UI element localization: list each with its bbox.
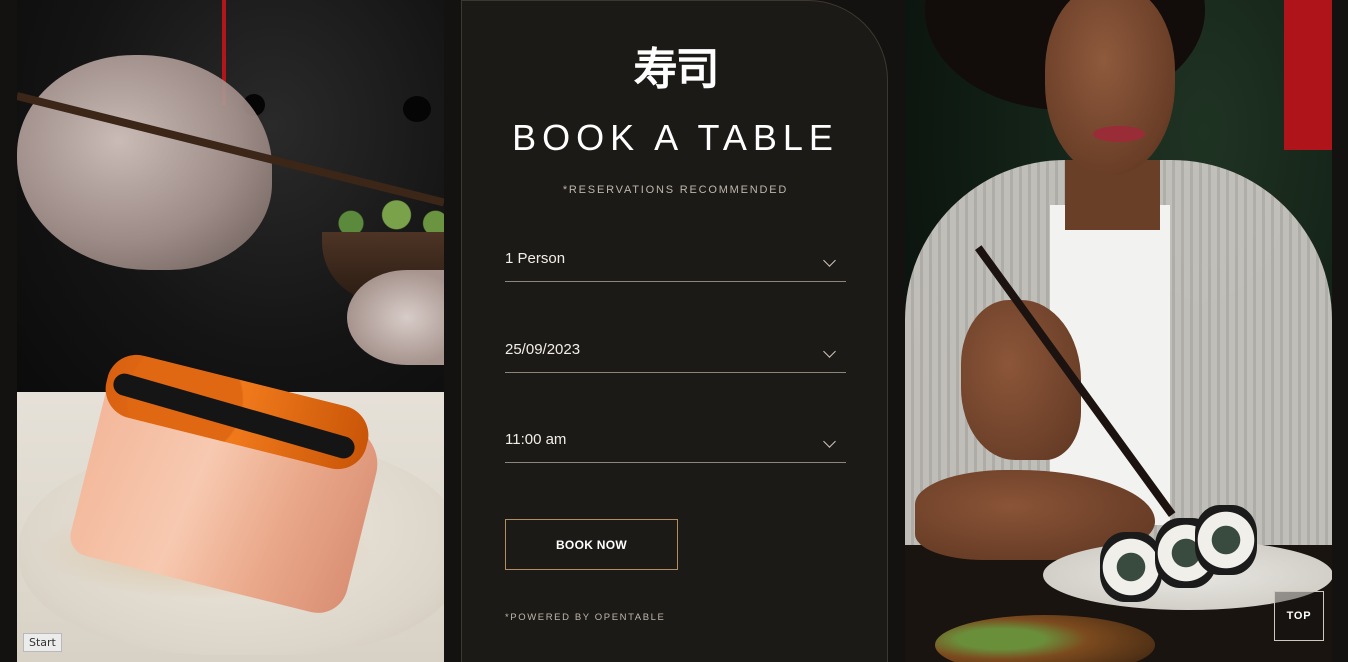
- chevron-down-icon: [823, 254, 836, 267]
- lips: [1093, 126, 1145, 142]
- chevron-down-icon: [823, 345, 836, 358]
- start-badge[interactable]: Start: [23, 633, 62, 652]
- party-size-value: 1 Person: [505, 250, 566, 267]
- time-value: 11:00 am: [505, 431, 567, 448]
- brand-logo: 寿司: [633, 44, 720, 95]
- face: [1045, 0, 1175, 175]
- time-select[interactable]: 11:00 am: [505, 425, 846, 463]
- chef-salmon-roll-photo: [17, 0, 444, 662]
- powered-by-note: *POWERED BY OPENTABLE: [505, 612, 666, 623]
- diner-eating-sushi-photo: [905, 0, 1332, 662]
- booking-panel: 寿司 BOOK A TABLE *RESERVATIONS RECOMMENDE…: [461, 0, 888, 662]
- date-select[interactable]: 25/09/2023: [505, 335, 846, 373]
- reservations-note: *RESERVATIONS RECOMMENDED: [562, 184, 789, 196]
- page-title: BOOK A TABLE: [512, 117, 839, 158]
- chevron-down-icon: [823, 435, 836, 448]
- background-red-accent: [1284, 0, 1332, 150]
- coat-button: [403, 96, 431, 122]
- party-size-select[interactable]: 1 Person: [505, 244, 846, 282]
- maki-roll: [1100, 532, 1162, 602]
- back-to-top-button[interactable]: TOP: [1274, 591, 1324, 641]
- hand: [961, 300, 1081, 460]
- maki-roll: [1195, 505, 1257, 575]
- book-now-button[interactable]: BOOK NOW: [505, 519, 678, 570]
- date-value: 25/09/2023: [505, 341, 581, 358]
